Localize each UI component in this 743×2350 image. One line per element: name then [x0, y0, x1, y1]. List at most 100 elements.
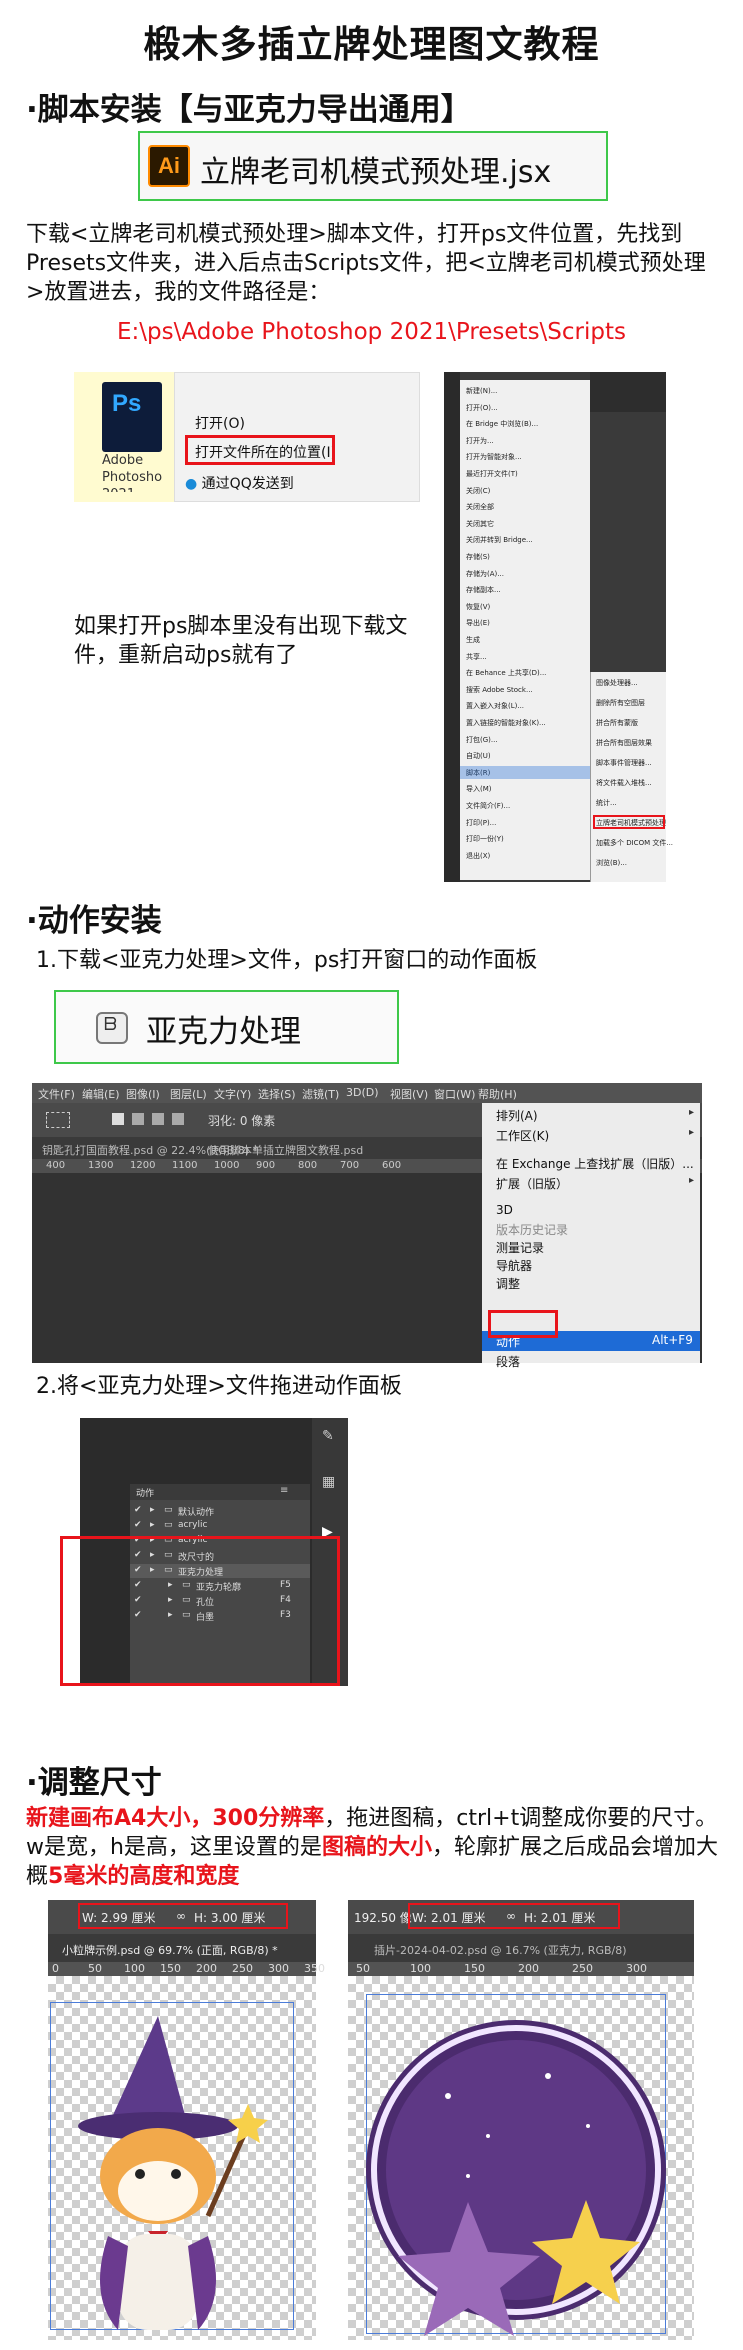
file-menu-item[interactable]: 置入链接的智能对象(K)... [466, 718, 546, 728]
document-tab[interactable]: 小粒牌示例.psd @ 69.7% (正面, RGB/8) * [48, 1934, 316, 1962]
file-menu-item[interactable]: 打开为智能对象... [466, 452, 522, 462]
menu-item-highlight [460, 765, 590, 779]
file-menu-item[interactable]: 生成 [466, 635, 480, 645]
context-menu: 打开(O) 打开文件所在的位置(I) ● 通过QQ发送到 [174, 372, 420, 502]
file-menu-item[interactable]: 在 Behance 上共享(D)... [466, 668, 546, 678]
file-menu-item[interactable]: 存储(S) [466, 552, 490, 562]
brush-icon[interactable]: ✎ [322, 1428, 334, 1444]
scripts-submenu-item[interactable]: 浏览(B)... [596, 858, 627, 868]
document-tab[interactable]: 使用脚本单插立牌图文教程.psd [208, 1142, 363, 1158]
action-shortcut: Alt+F9 [652, 1333, 693, 1347]
file-menu-item[interactable]: 关闭(C) [466, 486, 490, 496]
action-file-badge: ᗷ 亚克力处理 [54, 990, 399, 1064]
file-menu-item[interactable]: 恢复(V) [466, 602, 490, 612]
file-menu-item[interactable]: 搜索 Adobe Stock... [466, 685, 533, 695]
file-menu-item[interactable]: 共享... [466, 652, 487, 662]
check-icon[interactable]: ✔ [134, 1505, 142, 1515]
file-menu-item[interactable]: 导入(M) [466, 784, 492, 794]
script-file-name: 立牌老司机模式预处理.jsx [200, 155, 552, 190]
file-menu-item[interactable]: 关闭全部 [466, 502, 494, 512]
ruler-tick-label: 1300 [88, 1160, 114, 1171]
window-menu-item[interactable]: 3D [496, 1203, 513, 1217]
illustrator-file-icon: Ai [148, 145, 190, 187]
file-menu-item[interactable]: 打包(G)... [466, 735, 498, 745]
chevron-right-icon: ▸ [688, 1127, 694, 1138]
menubar-item[interactable]: 3D(D) [346, 1086, 379, 1099]
ruler-tick-label: 200 [518, 1962, 539, 1975]
scripts-submenu-item[interactable]: 拼合所有图层效果 [596, 738, 652, 748]
file-menu-item[interactable]: 最近打开文件(T) [466, 469, 518, 479]
actions-panel-header: 动作 ≡ [130, 1484, 310, 1500]
scripts-submenu-item[interactable]: 图像处理器... [596, 678, 638, 688]
menubar-item[interactable]: 视图(V) [390, 1086, 428, 1102]
menubar-item[interactable]: 文字(Y) [214, 1086, 251, 1102]
file-menu-item[interactable]: 打印一份(Y) [466, 834, 504, 844]
menubar-item[interactable]: 图像(I) [126, 1086, 160, 1102]
file-menu-item[interactable]: 关闭并转到 Bridge... [466, 535, 533, 545]
check-icon[interactable]: ✔ [134, 1520, 142, 1530]
file-menu-item[interactable]: 在 Bridge 中浏览(B)... [466, 419, 538, 429]
scripts-submenu-item[interactable]: 统计... [596, 798, 617, 808]
file-menu-item[interactable]: 打开为... [466, 436, 494, 446]
feather-field[interactable]: 羽化: 0 像素 [208, 1112, 275, 1129]
action-name: acrylic [178, 1520, 208, 1530]
scripts-submenu-item[interactable]: 拼合所有蒙版 [596, 718, 638, 728]
selection-mode-icon[interactable] [112, 1113, 124, 1125]
panel-menu-icon[interactable]: ≡ [280, 1485, 288, 1496]
scripts-submenu-item[interactable]: 将文件载入堆栈... [596, 778, 652, 788]
file-menu-item[interactable]: 导出(E) [466, 618, 490, 628]
window-menu-item[interactable]: 版本历史记录 [496, 1221, 568, 1238]
resize-instructions: 新建画布A4大小，300分辨率，拖进图稿，ctrl+t调整成你要的尺寸。w是宽，… [26, 1806, 718, 1889]
window-menu-item[interactable]: 扩展（旧版） [496, 1175, 568, 1192]
canvas [48, 1976, 316, 2340]
window-menu-item[interactable]: 段落 [496, 1353, 520, 1370]
selection-add-icon[interactable] [132, 1113, 144, 1125]
window-menu-item[interactable]: 在 Exchange 上查找扩展（旧版）... [496, 1155, 694, 1172]
window-menu-item[interactable]: 工作区(K) [496, 1127, 549, 1144]
scripts-submenu-item[interactable]: 脚本事件管理器... [596, 758, 652, 768]
menubar-item[interactable]: 图层(L) [170, 1086, 207, 1102]
expand-chevron-icon[interactable]: ▸ [150, 1520, 155, 1530]
action-row[interactable]: ✔ ▸ ▭ acrylic [130, 1519, 310, 1533]
ruler-tick-label: 350 [304, 1962, 325, 1975]
menubar-item[interactable]: 窗口(W) [434, 1086, 475, 1102]
selection-intersect-icon[interactable] [172, 1113, 184, 1125]
window-menu-item[interactable]: 测量记录 [496, 1239, 544, 1256]
menubar-item[interactable]: 文件(F) [38, 1086, 75, 1102]
section-heading-resize: ·调整尺寸 [26, 1765, 162, 1801]
file-menu-item[interactable]: 文件简介(F)... [466, 801, 510, 811]
menu-item-open[interactable]: 打开(O) [195, 413, 245, 433]
menubar-item[interactable]: 滤镜(T) [302, 1086, 339, 1102]
restart-note: 如果打开ps脚本里没有出现下载文件，重新启动ps就有了 [74, 614, 408, 668]
window-menu-item[interactable]: 排列(A) [496, 1107, 538, 1124]
file-menu-item[interactable]: 存储为(A)... [466, 569, 504, 579]
file-menu-item[interactable]: 打印(P)... [466, 818, 496, 828]
file-menu-item[interactable]: 新建(N)... [466, 386, 497, 396]
x-field[interactable]: 192.50 像 [354, 1909, 412, 1926]
document-header [590, 372, 666, 412]
menubar-item[interactable]: 帮助(H) [478, 1086, 517, 1102]
file-menu-item[interactable]: 关闭其它 [466, 519, 494, 529]
file-menu-item[interactable]: 置入嵌入对象(L)... [466, 701, 524, 711]
menubar-item[interactable]: 选择(S) [258, 1086, 296, 1102]
ruler: 0 50 100 150 200 250 300 350 [48, 1962, 325, 1976]
selection-subtract-icon[interactable] [152, 1113, 164, 1125]
scripts-submenu-item[interactable]: 加载多个 DICOM 文件... [596, 838, 673, 848]
action-row[interactable]: ✔ ▸ ▭ 默认动作 [130, 1504, 310, 1518]
menubar-item[interactable]: 编辑(E) [82, 1086, 120, 1102]
file-menu-item[interactable]: 自动(U) [466, 751, 491, 761]
window-menu-item[interactable]: 导航器 [496, 1257, 532, 1274]
scripts-submenu-item[interactable]: 删除所有空图层 [596, 698, 645, 708]
menu-item-send-qq[interactable]: ● 通过QQ发送到 [185, 473, 294, 493]
marquee-icon[interactable] [46, 1112, 70, 1128]
highlight-box [78, 1903, 288, 1929]
document-tab[interactable]: 插片-2024-04-02.psd @ 16.7% (亚克力, RGB/8) [348, 1934, 694, 1962]
history-icon[interactable]: ▦ [322, 1474, 335, 1490]
file-menu-item[interactable]: 打开(O)... [466, 403, 498, 413]
file-menu-item[interactable]: 退出(X) [466, 851, 490, 861]
window-menu-item[interactable]: 调整 [496, 1275, 520, 1292]
ruler-tick-label: 600 [382, 1160, 402, 1171]
highlight-box [60, 1536, 340, 1686]
expand-chevron-icon[interactable]: ▸ [150, 1505, 155, 1515]
file-menu-item[interactable]: 存储副本... [466, 585, 501, 595]
